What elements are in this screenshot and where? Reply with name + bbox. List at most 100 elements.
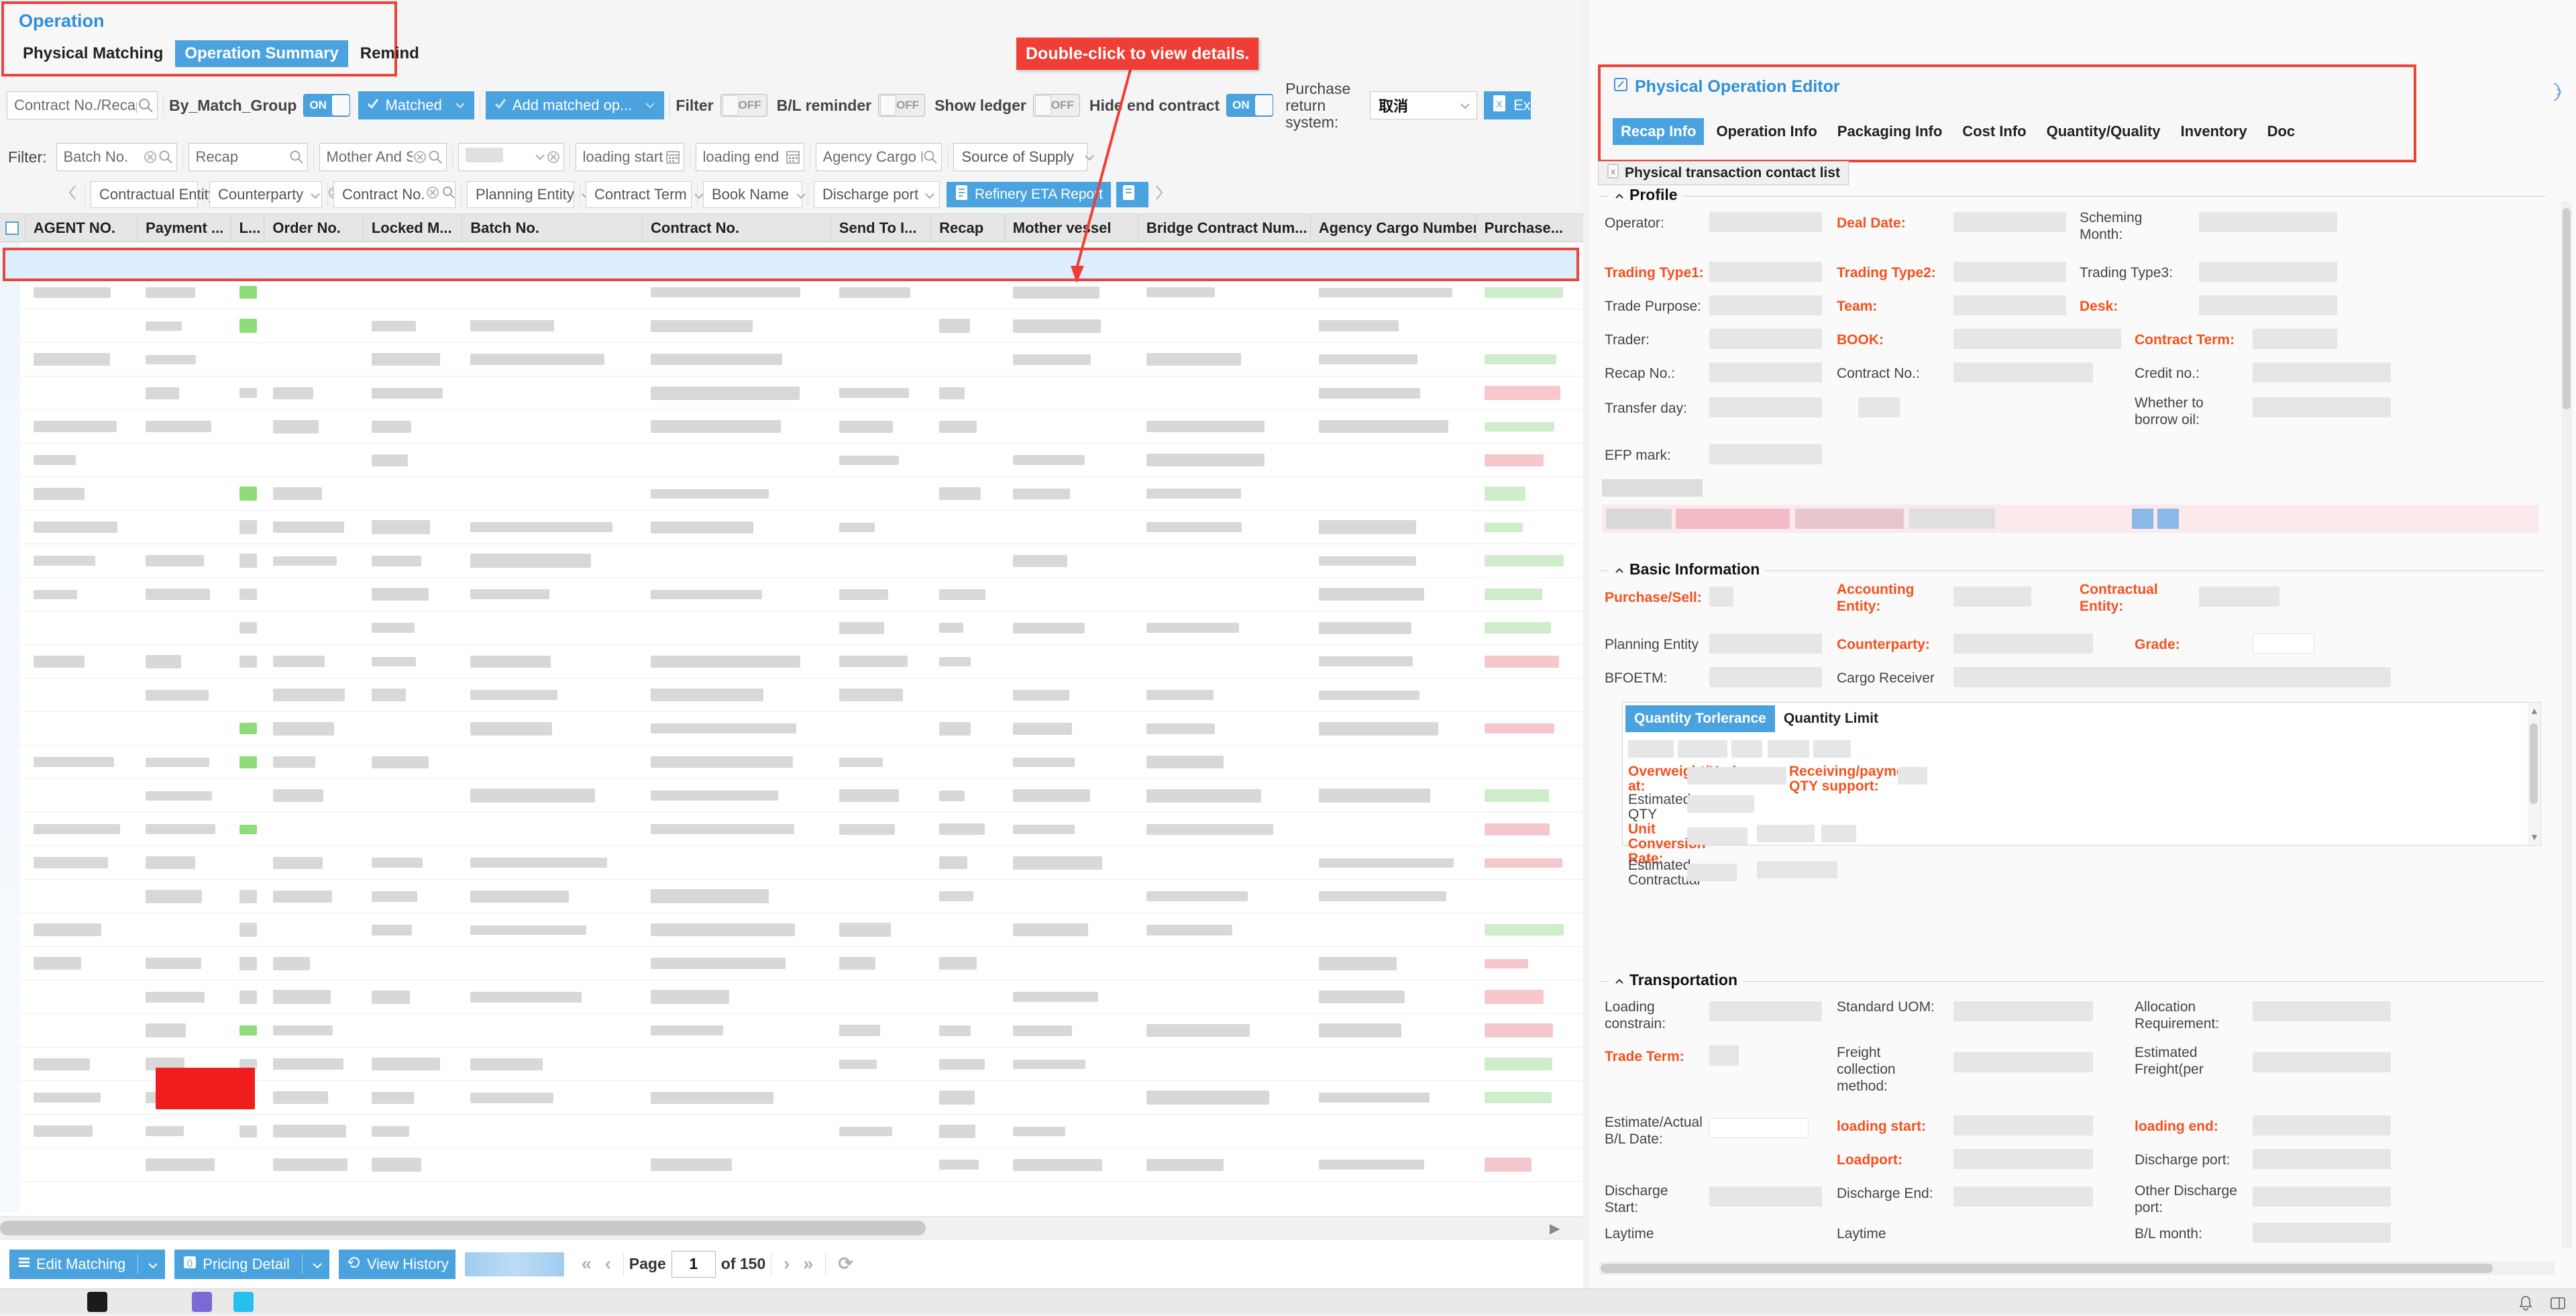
filter-toggle[interactable]: OFF <box>720 94 767 117</box>
field-value-loadport[interactable] <box>1953 1149 2093 1169</box>
chevron-up-icon[interactable] <box>1614 186 1625 204</box>
field-value-loading-end[interactable] <box>2253 1115 2391 1135</box>
col-agent-no[interactable]: AGENT NO. <box>25 214 138 242</box>
chevron-down-icon[interactable] <box>312 1256 323 1273</box>
filter-contract-term[interactable]: Contract Term <box>586 181 724 208</box>
field-value-estimated-freight-per[interactable] <box>2253 1052 2391 1072</box>
field-value-scheming-month[interactable] <box>2199 212 2337 232</box>
table-row[interactable] <box>0 444 1583 477</box>
filter-batch-no[interactable]: Batch No. <box>56 143 177 171</box>
field-value-other-discharge-port[interactable] <box>2253 1186 2391 1207</box>
search-icon[interactable] <box>922 149 938 165</box>
field-value-standard-uom[interactable] <box>1953 1001 2093 1021</box>
field-value-unit-conversion-extra-2[interactable] <box>1821 825 1856 842</box>
field-value-loading-start[interactable] <box>1953 1115 2093 1135</box>
field-value-contract-no[interactable] <box>1953 362 2093 383</box>
field-value-unit-conversion-extra-1[interactable] <box>1757 825 1815 842</box>
chevron-down-icon[interactable] <box>454 97 466 114</box>
table-row[interactable] <box>0 309 1583 343</box>
chevron-down-icon[interactable] <box>644 97 656 114</box>
editor-vertical-scrollbar[interactable] <box>2561 201 2572 1248</box>
profile-legend[interactable]: Profile <box>1609 186 1683 204</box>
panel-icon[interactable] <box>2549 1295 2567 1316</box>
table-horizontal-scrollbar[interactable]: ▶ <box>0 1216 1583 1239</box>
edit-matching-button[interactable]: Edit Matching <box>9 1249 166 1279</box>
filter-prev-arrow[interactable] <box>66 183 79 206</box>
search-icon[interactable] <box>441 185 456 204</box>
tab-doc[interactable]: Doc <box>2259 118 2304 145</box>
match-group-toggle[interactable]: ON <box>303 94 351 117</box>
view-history-button[interactable]: View History <box>338 1249 455 1279</box>
prev-page-button[interactable]: ‹ <box>598 1254 618 1274</box>
filter-discharge-port[interactable]: Discharge port <box>814 181 940 208</box>
field-value-overweight-underweight-at[interactable] <box>1687 767 1786 784</box>
clear-icon[interactable] <box>546 150 561 164</box>
scrollbar-thumb[interactable] <box>0 1221 926 1235</box>
table-row[interactable] <box>0 678 1583 712</box>
chevron-up-icon[interactable] <box>1614 560 1625 578</box>
filter-loading-start[interactable]: loading start <box>575 143 684 171</box>
quantity-panel-scrollbar[interactable]: ▲ ▼ <box>2528 703 2540 844</box>
table-row[interactable] <box>0 611 1583 645</box>
page-input[interactable]: 1 <box>671 1250 716 1278</box>
scroll-down-arrow[interactable]: ▼ <box>2530 831 2539 842</box>
filter-book-name[interactable]: Book Name <box>703 181 826 208</box>
field-value-estimate-actual-bl-date[interactable] <box>1709 1118 1809 1138</box>
col-purchase[interactable]: Purchase... <box>1477 214 1583 242</box>
chevron-down-icon[interactable] <box>534 153 546 161</box>
chat-icon[interactable] <box>233 1292 254 1312</box>
table-row[interactable] <box>0 544 1583 578</box>
field-value-counterparty[interactable] <box>1953 634 2093 654</box>
filter-counterparty[interactable]: Counterparty <box>209 181 341 208</box>
field-value-recap-no[interactable] <box>1709 362 1822 383</box>
field-value-trade-purpose[interactable] <box>1709 295 1822 315</box>
search-input[interactable]: Contract No./Recap N <box>7 91 158 119</box>
table-row[interactable] <box>0 712 1583 746</box>
field-value-trade-term[interactable] <box>1709 1046 1739 1066</box>
tab-quantity-torlerance[interactable]: Quantity Torlerance <box>1625 705 1775 732</box>
table-row[interactable] <box>0 477 1583 511</box>
field-value-bl-month[interactable] <box>2253 1223 2391 1243</box>
calendar-icon[interactable] <box>785 149 801 165</box>
field-value-deal-date[interactable] <box>1953 212 2066 232</box>
last-page-button[interactable]: » <box>796 1254 820 1274</box>
col-order-no[interactable]: Order No. <box>264 214 364 242</box>
field-value-planning-entity[interactable] <box>1709 634 1822 654</box>
field-value-freight-collection-method[interactable] <box>1953 1052 2093 1072</box>
search-icon[interactable] <box>427 149 443 165</box>
col-contract-no[interactable]: Contract No. <box>643 214 831 242</box>
field-value-whether-to-borrow-oil[interactable] <box>2253 397 2391 417</box>
field-value-receiving-payment-qty-support[interactable] <box>1898 767 1927 784</box>
collapse-panel-icon[interactable] <box>2551 82 2568 106</box>
table-body[interactable] <box>0 242 1583 1212</box>
scrollbar-thumb[interactable] <box>1601 1264 2493 1273</box>
app-icon[interactable] <box>192 1292 212 1312</box>
field-value-discharge-end[interactable] <box>1953 1186 2093 1207</box>
purchase-return-system-select[interactable]: 取消 <box>1370 91 1478 119</box>
col-agency-cargo-number[interactable]: Agency Cargo Number <box>1311 214 1477 242</box>
field-value-team[interactable] <box>1953 295 2066 315</box>
next-page-button[interactable]: › <box>777 1254 796 1274</box>
select-all-checkbox[interactable] <box>0 214 25 242</box>
physical-transaction-contact-list-button[interactable]: X Physical transaction contact list <box>1598 161 1849 185</box>
bl-reminder-toggle[interactable]: OFF <box>878 94 926 117</box>
tab-recap-info[interactable]: Recap Info <box>1613 118 1705 145</box>
table-row[interactable] <box>0 511 1583 544</box>
table-row[interactable] <box>0 846 1583 880</box>
scroll-right-arrow[interactable]: ▶ <box>1550 1220 1560 1237</box>
table-row[interactable] <box>0 1148 1583 1182</box>
first-page-button[interactable]: « <box>575 1254 598 1274</box>
field-value-trading-type1[interactable] <box>1709 262 1822 282</box>
field-value-estimated-contractual[interactable] <box>1687 864 1737 881</box>
tab-packaging-info[interactable]: Packaging Info <box>1829 118 1950 145</box>
matched-button[interactable]: Matched <box>358 91 474 119</box>
scrollbar-thumb[interactable] <box>2530 723 2538 804</box>
field-value-transfer-day[interactable] <box>1709 397 1822 417</box>
field-value-trader[interactable] <box>1709 329 1822 349</box>
add-matched-operation-button[interactable]: Add matched op... <box>485 91 665 119</box>
field-value-cargo-receiver[interactable] <box>1953 667 2391 687</box>
search-icon[interactable] <box>137 97 154 114</box>
filter-contractual-entity[interactable]: Contractual Entity <box>91 181 254 208</box>
col-recap[interactable]: Recap <box>931 214 1005 242</box>
table-row[interactable] <box>0 947 1583 980</box>
